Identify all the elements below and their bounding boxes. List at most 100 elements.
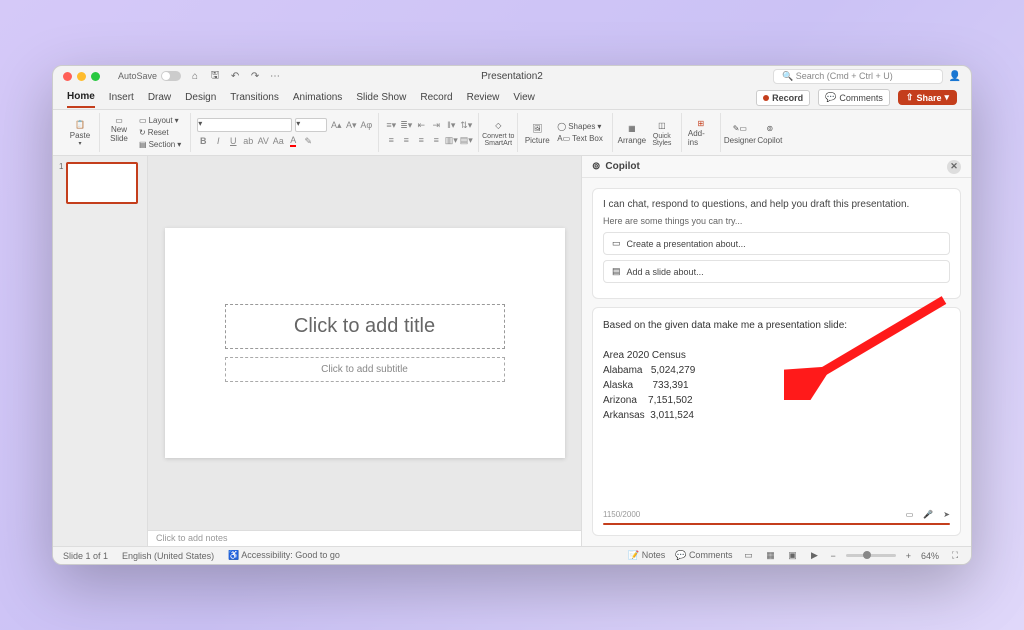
- layout-button[interactable]: ▭ Layout ▾: [136, 115, 184, 126]
- tab-insert[interactable]: Insert: [109, 88, 134, 107]
- window-controls[interactable]: [63, 72, 100, 81]
- bullets-icon[interactable]: ≡▾: [385, 119, 397, 131]
- reading-view-icon[interactable]: ▣: [786, 550, 798, 562]
- increase-font-icon[interactable]: A▴: [330, 119, 342, 131]
- shadow-icon[interactable]: AV: [257, 135, 269, 147]
- subtitle-placeholder[interactable]: Click to add subtitle: [225, 357, 505, 382]
- columns-icon[interactable]: ▥▾: [445, 134, 457, 146]
- attach-icon[interactable]: ▭: [906, 510, 914, 519]
- record-button[interactable]: Record: [756, 90, 810, 106]
- notes-pane[interactable]: Click to add notes: [148, 530, 581, 546]
- tab-draw[interactable]: Draw: [148, 88, 171, 107]
- align-text-icon[interactable]: ▤▾: [460, 134, 472, 146]
- thumb-number: 1: [59, 162, 63, 204]
- copilot-ribbon-button[interactable]: ⊚Copilot: [757, 119, 783, 147]
- normal-view-icon[interactable]: ▭: [742, 550, 754, 562]
- tab-animations[interactable]: Animations: [293, 88, 342, 107]
- underline-icon[interactable]: U: [227, 135, 239, 147]
- minimize-window-icon[interactable]: [77, 72, 86, 81]
- ribbon: 📋Paste▾ ▭New Slide ▭ Layout ▾ ↻ Reset ▤ …: [53, 110, 971, 156]
- align-right-icon[interactable]: ≡: [415, 134, 427, 146]
- arrange-button[interactable]: ▦Arrange: [619, 119, 645, 147]
- home-icon[interactable]: ⌂: [189, 70, 201, 82]
- spacing-icon[interactable]: Aa: [272, 135, 284, 147]
- quickstyles-icon: ◫: [654, 119, 670, 133]
- mic-icon[interactable]: 🎤: [923, 510, 933, 519]
- zoom-level[interactable]: 64%: [921, 551, 939, 561]
- align-left-icon[interactable]: ≡: [385, 134, 397, 146]
- justify-icon[interactable]: ≡: [430, 134, 442, 146]
- close-icon[interactable]: ✕: [947, 160, 961, 174]
- reset-button[interactable]: ↻ Reset: [136, 127, 184, 138]
- numbering-icon[interactable]: ≣▾: [400, 119, 412, 131]
- notes-toggle[interactable]: 📝 Notes: [628, 550, 665, 561]
- copilot-input-text[interactable]: Based on the given data make me a presen…: [603, 318, 950, 504]
- addins-button[interactable]: ⊞Add-ins: [688, 119, 714, 147]
- bold-icon[interactable]: B: [197, 135, 209, 147]
- fit-window-icon[interactable]: ⛶: [949, 550, 961, 562]
- zoom-in-icon[interactable]: +: [906, 551, 911, 561]
- suggestion-create-presentation[interactable]: ▭Create a presentation about...: [603, 232, 950, 255]
- share-button[interactable]: ⇧ Share ▾: [898, 90, 957, 105]
- search-input[interactable]: 🔍 Search (Cmd + Ctrl + U): [773, 69, 943, 84]
- account-icon[interactable]: 👤: [949, 70, 961, 82]
- strike-icon[interactable]: ab: [242, 135, 254, 147]
- copilot-input[interactable]: Based on the given data make me a presen…: [592, 307, 961, 536]
- zoom-slider[interactable]: [846, 554, 896, 557]
- undo-icon[interactable]: ↶: [229, 70, 241, 82]
- designer-button[interactable]: ✎▭Designer: [727, 119, 753, 147]
- new-slide-icon: ▭: [111, 115, 127, 125]
- line-spacing-icon[interactable]: ‖▾: [445, 119, 457, 131]
- comments-toggle[interactable]: 💬 Comments: [675, 550, 732, 561]
- decrease-font-icon[interactable]: A▾: [345, 119, 357, 131]
- font-color-icon[interactable]: A: [287, 135, 299, 147]
- title-placeholder[interactable]: Click to add title: [225, 304, 505, 349]
- toggle-icon[interactable]: [161, 71, 181, 81]
- italic-icon[interactable]: I: [212, 135, 224, 147]
- quickstyles-button[interactable]: ◫Quick Styles: [649, 119, 675, 147]
- close-window-icon[interactable]: [63, 72, 72, 81]
- language-indicator[interactable]: English (United States): [122, 551, 214, 561]
- addins-group: ⊞Add-ins: [682, 113, 721, 152]
- tab-transitions[interactable]: Transitions: [230, 88, 279, 107]
- new-slide-button[interactable]: ▭New Slide: [106, 115, 132, 143]
- designer-icon: ✎▭: [732, 120, 748, 136]
- tab-review[interactable]: Review: [467, 88, 500, 107]
- comments-button[interactable]: 💬 Comments: [818, 89, 890, 106]
- send-icon[interactable]: ➤: [943, 510, 950, 519]
- sorter-view-icon[interactable]: ▦: [764, 550, 776, 562]
- section-button[interactable]: ▤ Section ▾: [136, 139, 184, 150]
- text-direction-icon[interactable]: ⇅▾: [460, 119, 472, 131]
- font-family-select[interactable]: ▾: [197, 118, 292, 132]
- clipboard-icon: 📋: [72, 119, 88, 131]
- zoom-out-icon[interactable]: −: [830, 551, 835, 561]
- highlight-icon[interactable]: ✎: [302, 135, 314, 147]
- redo-icon[interactable]: ↷: [249, 70, 261, 82]
- shapes-button[interactable]: ◯ Shapes ▾: [554, 121, 606, 132]
- paste-button[interactable]: 📋Paste▾: [67, 119, 93, 147]
- tab-record[interactable]: Record: [420, 88, 452, 107]
- slide-thumbnail-1[interactable]: [66, 162, 138, 204]
- tab-design[interactable]: Design: [185, 88, 216, 107]
- more-icon[interactable]: ⋯: [269, 70, 281, 82]
- copilot-title: Copilot: [605, 161, 639, 172]
- autosave-toggle[interactable]: AutoSave: [118, 71, 181, 81]
- save-icon[interactable]: 🖫: [209, 70, 221, 82]
- slideshow-view-icon[interactable]: ▶: [808, 550, 820, 562]
- textbox-button[interactable]: A▭ Text Box: [554, 133, 606, 144]
- align-center-icon[interactable]: ≡: [400, 134, 412, 146]
- maximize-window-icon[interactable]: [91, 72, 100, 81]
- tab-home[interactable]: Home: [67, 87, 95, 108]
- tab-slideshow[interactable]: Slide Show: [356, 88, 406, 107]
- accessibility-status[interactable]: ♿ Accessibility: Good to go: [228, 550, 340, 561]
- tab-view[interactable]: View: [513, 88, 535, 107]
- clear-format-icon[interactable]: Aφ: [360, 119, 372, 131]
- font-size-select[interactable]: ▾: [295, 118, 327, 132]
- convert-smartart-button[interactable]: ◇Convert to SmartArt: [485, 119, 511, 147]
- slide-thumbnails: 1: [53, 156, 148, 546]
- slide-canvas[interactable]: Click to add title Click to add subtitle: [165, 228, 565, 458]
- indent-less-icon[interactable]: ⇤: [415, 119, 427, 131]
- suggestion-add-slide[interactable]: ▤Add a slide about...: [603, 260, 950, 283]
- picture-button[interactable]: 🖼Picture: [524, 119, 550, 147]
- indent-more-icon[interactable]: ⇥: [430, 119, 442, 131]
